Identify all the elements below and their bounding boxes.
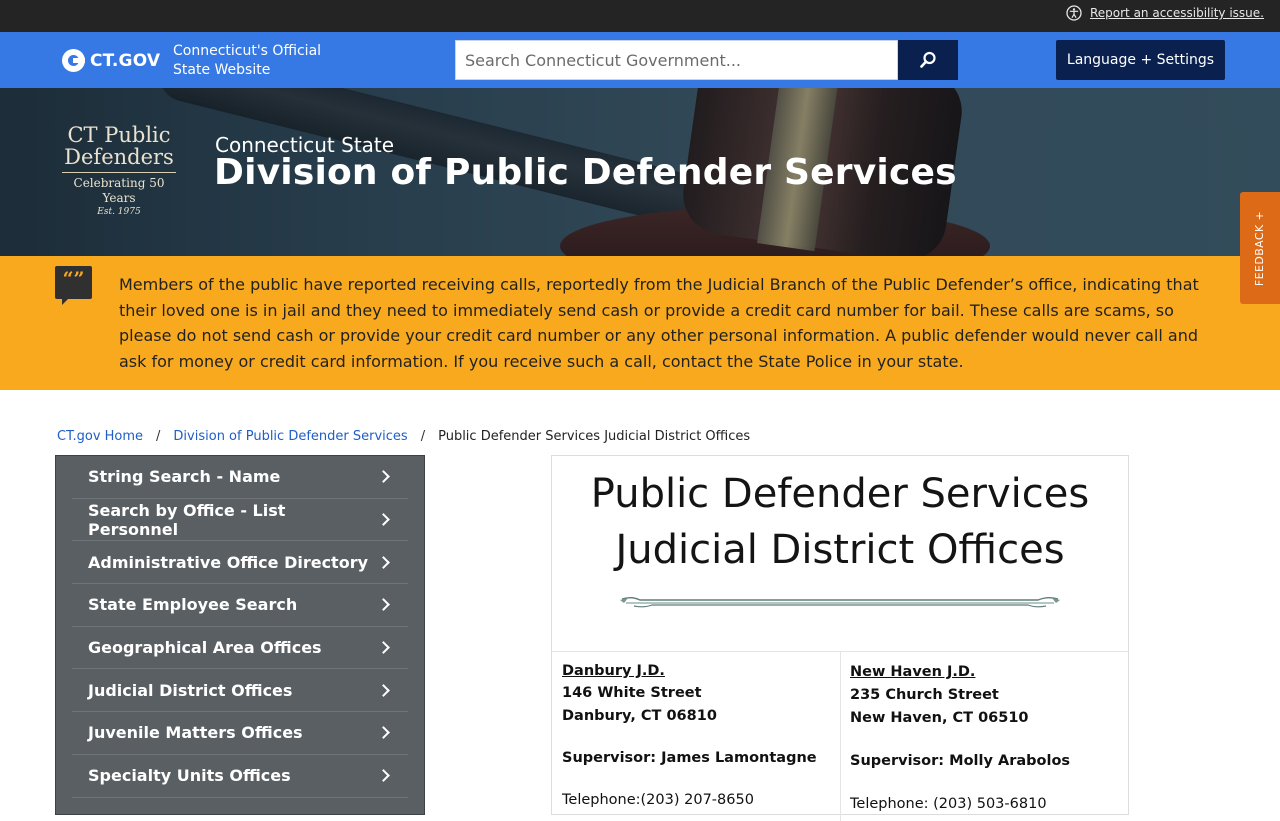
office-supervisor: Supervisor: James Lamontagne xyxy=(562,749,817,766)
breadcrumb-separator: / xyxy=(156,429,161,444)
agency-logo-rule xyxy=(62,172,176,173)
alert-text: Members of the public have reported rece… xyxy=(119,275,1199,372)
sidebar-nav: String Search - Name Search by Office - … xyxy=(55,455,425,815)
office-street: 146 White Street xyxy=(562,685,702,702)
chevron-right-icon xyxy=(377,641,390,654)
breadcrumb: CT.gov Home / Division of Public Defende… xyxy=(57,429,750,444)
office-city: Danbury, CT 06810 xyxy=(562,707,717,724)
divider-ornament-icon xyxy=(620,597,1060,608)
breadcrumb-separator: / xyxy=(420,429,426,444)
sidebar-item-juvenile-offices[interactable]: Juvenile Matters Offices xyxy=(72,712,408,755)
office-street: 235 Church Street xyxy=(850,687,999,703)
content-panel: Public Defender Services Judicial Distri… xyxy=(551,455,1129,821)
ctgov-logo[interactable]: CT.GOV xyxy=(62,49,160,72)
office-telephone: Telephone:(203) 207-8650 xyxy=(562,792,754,809)
sidebar-item-specialty-offices[interactable]: Specialty Units Offices xyxy=(72,755,408,798)
sidebar-item-employee-search[interactable]: State Employee Search xyxy=(72,584,408,627)
page-title-line2: Judicial District Offices xyxy=(615,527,1065,573)
chevron-right-icon xyxy=(377,598,390,612)
chevron-right-icon xyxy=(377,513,390,526)
sidebar-item-label: Judicial District Offices xyxy=(88,680,293,700)
chevron-right-icon xyxy=(377,683,390,697)
page-title-line1: Public Defender Services xyxy=(590,471,1090,517)
ctgov-logo-text: CT.GOV xyxy=(90,50,161,71)
language-settings-button[interactable]: Language + Settings xyxy=(1056,40,1225,80)
office-spacer xyxy=(562,727,817,747)
sidebar-item-label: Administrative Office Directory xyxy=(88,552,369,572)
office-name-link[interactable]: Danbury J.D. xyxy=(562,660,817,682)
search-icon xyxy=(920,51,936,68)
feedback-tab[interactable]: FEEDBACK + xyxy=(1240,192,1280,304)
agency-logo-line1: CT Public xyxy=(67,123,171,147)
ctgov-header: CT.GOV Connecticut's Official State Webs… xyxy=(0,32,1280,88)
office-spacer xyxy=(850,773,1070,793)
sidebar-item-label: String Search - Name xyxy=(88,467,281,487)
scam-alert-banner: “” Members of the public have reported r… xyxy=(0,256,1280,390)
sidebar-item-admin-directory[interactable]: Administrative Office Directory xyxy=(72,541,408,585)
breadcrumb-current: Public Defender Services Judicial Distri… xyxy=(438,429,751,444)
sidebar-item-string-search[interactable]: String Search - Name xyxy=(72,456,408,499)
breadcrumb-division[interactable]: Division of Public Defender Services xyxy=(173,429,407,444)
sidebar-item-judicial-offices[interactable]: Judicial District Offices xyxy=(72,669,408,713)
sidebar-item-label: Juvenile Matters Offices xyxy=(88,723,303,743)
chevron-right-icon xyxy=(377,470,390,484)
office-card-new-haven: New Haven J.D. 235 Church Street New Hav… xyxy=(850,661,1070,816)
sidebar-item-label: Specialty Units Offices xyxy=(88,766,291,786)
hero-title: Division of Public Defender Services xyxy=(214,152,957,193)
office-telephone: Telephone: (203) 503-6810 xyxy=(850,796,1047,812)
breadcrumb-home[interactable]: CT.gov Home xyxy=(57,429,143,444)
ctgov-logo-icon xyxy=(62,49,85,72)
agency-logo-line3: Celebrating 50 Years xyxy=(73,176,165,205)
office-name-link[interactable]: New Haven J.D. xyxy=(850,661,1070,684)
chevron-right-icon xyxy=(377,726,390,740)
chevron-right-icon xyxy=(377,555,390,569)
accessibility-icon xyxy=(1066,5,1082,21)
sidebar-item-label: Geographical Area Offices xyxy=(88,638,322,658)
page-title: Public Defender Services Judicial Distri… xyxy=(552,466,1128,578)
feedback-label: FEEDBACK + xyxy=(1253,210,1267,286)
utility-bar: Report an accessibility issue. xyxy=(0,0,1280,32)
agency-logo[interactable]: CT Public Defenders Celebrating 50 Years… xyxy=(62,124,176,218)
quote-bubble-icon: “” xyxy=(55,266,92,305)
hero-banner: CT Public Defenders Celebrating 50 Years… xyxy=(0,88,1280,256)
ctgov-tagline: Connecticut's Official State Website xyxy=(173,43,322,78)
accessibility-link-text: Report an accessibility issue. xyxy=(1089,6,1264,20)
agency-logo-line4: Est. 1975 xyxy=(97,207,141,217)
office-card-danbury: Danbury J.D. 146 White Street Danbury, C… xyxy=(562,660,817,811)
sidebar-item-search-by-office[interactable]: Search by Office - List Personnel xyxy=(72,499,408,542)
search-button[interactable] xyxy=(898,40,958,80)
accessibility-report-link[interactable]: Report an accessibility issue. xyxy=(1066,5,1264,21)
office-city: New Haven, CT 06510 xyxy=(850,710,1029,726)
office-spacer xyxy=(850,730,1070,750)
office-column-divider xyxy=(840,651,841,821)
office-spacer xyxy=(562,769,817,789)
chevron-right-icon xyxy=(377,769,390,783)
search-input[interactable] xyxy=(455,40,898,80)
sidebar-item-label: Search by Office - List Personnel xyxy=(88,500,286,539)
office-supervisor: Supervisor: Molly Arabolos xyxy=(850,753,1071,769)
sidebar-item-geographical-offices[interactable]: Geographical Area Offices xyxy=(72,627,408,670)
agency-logo-line2: Defenders xyxy=(64,145,174,169)
sidebar-item-label: State Employee Search xyxy=(88,595,298,615)
